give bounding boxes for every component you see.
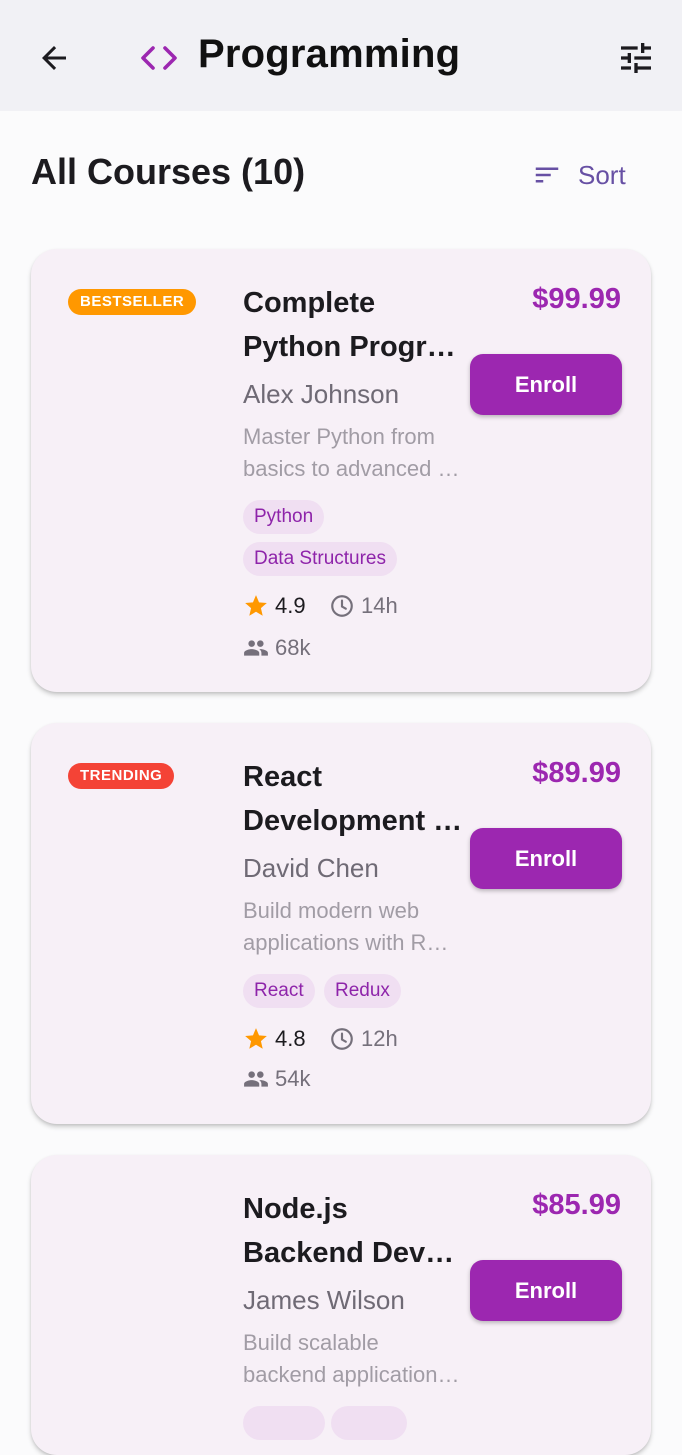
course-title[interactable]: Complete Python Progra…	[243, 281, 469, 369]
page-title: Programming	[198, 32, 461, 76]
course-description: Build modern web applications with R…	[243, 898, 449, 955]
section-title: All Courses (10)	[31, 151, 306, 192]
tag-chip	[243, 1406, 325, 1440]
app-bar: Programming	[0, 0, 682, 111]
clock-icon	[331, 1028, 353, 1050]
students-count: 54k	[243, 1066, 310, 1092]
enroll-button[interactable]: Enroll	[470, 828, 622, 889]
course-price: $99.99	[532, 283, 621, 315]
people-icon	[244, 1071, 268, 1087]
people-icon	[244, 640, 268, 656]
tune-icon	[621, 43, 651, 73]
duration: 14h	[329, 593, 398, 619]
course-description: Build scalable backend application…	[243, 1330, 460, 1387]
sort-button[interactable]: Sort	[532, 154, 626, 196]
tag-chip: Redux	[324, 974, 401, 1008]
course-card[interactable]: BESTSELLER Complete Python Progra… Alex …	[31, 249, 651, 692]
enroll-button[interactable]: Enroll	[470, 1260, 622, 1321]
arrow-left-icon	[42, 46, 66, 70]
instructor-name: David Chen	[243, 853, 379, 883]
rating: 4.8	[243, 1026, 306, 1052]
star-icon	[245, 595, 267, 616]
students-count: 68k	[243, 635, 310, 661]
tag-chip	[331, 1406, 407, 1440]
course-card[interactable]: Node.js Backend Deve… James Wilson Build…	[31, 1155, 651, 1455]
clock-icon	[331, 595, 353, 617]
enroll-button[interactable]: Enroll	[470, 354, 622, 415]
sort-label: Sort	[578, 159, 626, 190]
instructor-name: Alex Johnson	[243, 379, 400, 409]
course-description: Master Python from basics to advanced …	[243, 424, 460, 481]
trending-badge: TRENDING	[68, 763, 175, 789]
course-price: $85.99	[532, 1189, 621, 1221]
course-card[interactable]: TRENDING React Development … David Chen …	[31, 723, 651, 1124]
filter-button[interactable]	[612, 36, 660, 80]
star-icon	[245, 1028, 267, 1049]
tag-chip: Python	[243, 500, 325, 534]
instructor-name: James Wilson	[243, 1285, 405, 1315]
course-title[interactable]: Node.js Backend Deve…	[243, 1187, 469, 1275]
course-price: $89.99	[532, 757, 621, 789]
course-title[interactable]: React Development …	[243, 755, 469, 843]
code-icon	[141, 46, 177, 70]
sort-icon	[535, 167, 559, 183]
rating: 4.9	[243, 593, 306, 619]
tag-chip: Data Structures	[243, 542, 397, 576]
back-button[interactable]	[34, 38, 74, 78]
bestseller-badge: BESTSELLER	[68, 289, 197, 315]
duration: 12h	[329, 1026, 398, 1052]
tag-chip: React	[243, 974, 315, 1008]
